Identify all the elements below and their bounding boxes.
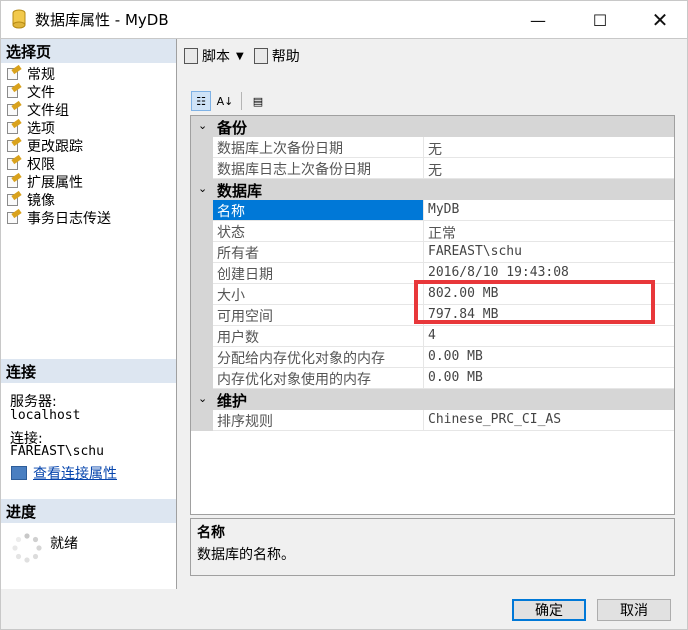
property-row[interactable]: 所有者 FAREAST\schu xyxy=(191,242,674,263)
connection-properties-icon xyxy=(11,466,27,480)
progress-spinner-icon xyxy=(12,533,42,563)
connection-header: 连接 xyxy=(1,359,176,383)
cancel-button[interactable]: 取消 xyxy=(597,599,671,621)
script-button[interactable]: 脚本 ▼ xyxy=(184,46,244,66)
property-pages-icon[interactable]: ▤ xyxy=(248,91,268,111)
page-icon xyxy=(6,208,22,225)
property-row[interactable]: 排序规则 Chinese_PRC_CI_AS xyxy=(191,410,674,431)
maximize-button[interactable]: ☐ xyxy=(577,1,623,39)
description-panel: 名称 数据库的名称。 xyxy=(190,518,675,576)
left-pane: 选择页 常规 文件 文件组 选项 更改跟踪 权限 扩展属性 镜像 事务日志传送 … xyxy=(1,39,177,589)
page-icon xyxy=(6,172,22,189)
property-row[interactable]: 用户数 4 xyxy=(191,326,674,347)
page-item-permissions[interactable]: 权限 xyxy=(6,154,55,173)
help-icon xyxy=(253,48,268,64)
view-connection-properties-link[interactable]: 查看连接属性 xyxy=(11,463,117,483)
toolbar-separator xyxy=(241,92,242,110)
page-icon xyxy=(6,64,22,81)
page-icon xyxy=(6,136,22,153)
property-row[interactable]: 数据库日志上次备份日期无 xyxy=(191,158,674,179)
chevron-down-icon[interactable]: ⌄ xyxy=(198,182,207,195)
page-item-mirroring[interactable]: 镜像 xyxy=(6,190,55,209)
property-row-selected[interactable]: 名称 MyDB xyxy=(191,200,674,221)
minimize-button[interactable]: — xyxy=(515,1,561,39)
page-icon xyxy=(6,190,22,207)
chevron-down-icon[interactable]: ⌄ xyxy=(198,119,207,132)
property-row[interactable]: 状态 正常 xyxy=(191,221,674,242)
page-item-extended-properties[interactable]: 扩展属性 xyxy=(6,172,83,191)
categorized-view-icon[interactable]: ☷ xyxy=(191,91,211,111)
page-item-change-tracking[interactable]: 更改跟踪 xyxy=(6,136,83,155)
annotation-highlight-box xyxy=(414,280,655,324)
window-title: 数据库属性 - MyDB xyxy=(35,11,169,29)
property-row[interactable]: 内存优化对象使用的内存 0.00 MB xyxy=(191,368,674,389)
select-page-header: 选择页 xyxy=(1,39,176,63)
page-item-log-shipping[interactable]: 事务日志传送 xyxy=(6,208,111,227)
server-value: localhost xyxy=(10,408,81,423)
page-item-general[interactable]: 常规 xyxy=(6,64,55,83)
page-item-options[interactable]: 选项 xyxy=(6,118,55,137)
toolbar: 脚本 ▼ 帮助 xyxy=(178,39,687,73)
page-icon xyxy=(6,100,22,117)
page-icon xyxy=(6,118,22,135)
description-title: 名称 xyxy=(197,525,225,541)
alphabetical-sort-icon[interactable]: A↓ xyxy=(215,91,235,111)
help-button[interactable]: 帮助 xyxy=(253,46,300,66)
progress-header: 进度 xyxy=(1,499,176,523)
button-bar: 确定 取消 xyxy=(1,589,687,630)
page-item-filegroups[interactable]: 文件组 xyxy=(6,100,69,119)
close-button[interactable]: ✕ xyxy=(637,1,683,39)
chevron-down-icon[interactable]: ▼ xyxy=(236,51,244,62)
progress-status: 就绪 xyxy=(50,536,78,552)
page-icon xyxy=(6,82,22,99)
category-row-database[interactable]: ⌄ 数据库 xyxy=(191,179,674,200)
script-icon xyxy=(184,48,198,64)
chevron-down-icon[interactable]: ⌄ xyxy=(198,392,207,405)
category-row-backup[interactable]: ⌄ 备份 xyxy=(191,116,674,137)
page-item-files[interactable]: 文件 xyxy=(6,82,55,101)
category-row-maintenance[interactable]: ⌄ 维护 xyxy=(191,389,674,410)
property-grid-toolbar: ☷ A↓ ▤ xyxy=(191,89,268,113)
database-icon xyxy=(12,9,26,29)
title-bar: 数据库属性 - MyDB — ☐ ✕ xyxy=(0,0,688,38)
property-row[interactable]: 分配给内存优化对象的内存 0.00 MB xyxy=(191,347,674,368)
connection-value: FAREAST\schu xyxy=(10,444,104,459)
property-row[interactable]: 数据库上次备份日期无 xyxy=(191,137,674,158)
property-grid: ⌄ 备份 数据库上次备份日期无 数据库日志上次备份日期无 ⌄ 数据库 名称 MyDB … xyxy=(190,115,675,515)
page-icon xyxy=(6,154,22,171)
ok-button[interactable]: 确定 xyxy=(512,599,586,621)
description-text: 数据库的名称。 xyxy=(197,547,295,563)
dialog-body: 选择页 常规 文件 文件组 选项 更改跟踪 权限 扩展属性 镜像 事务日志传送 … xyxy=(0,38,688,630)
